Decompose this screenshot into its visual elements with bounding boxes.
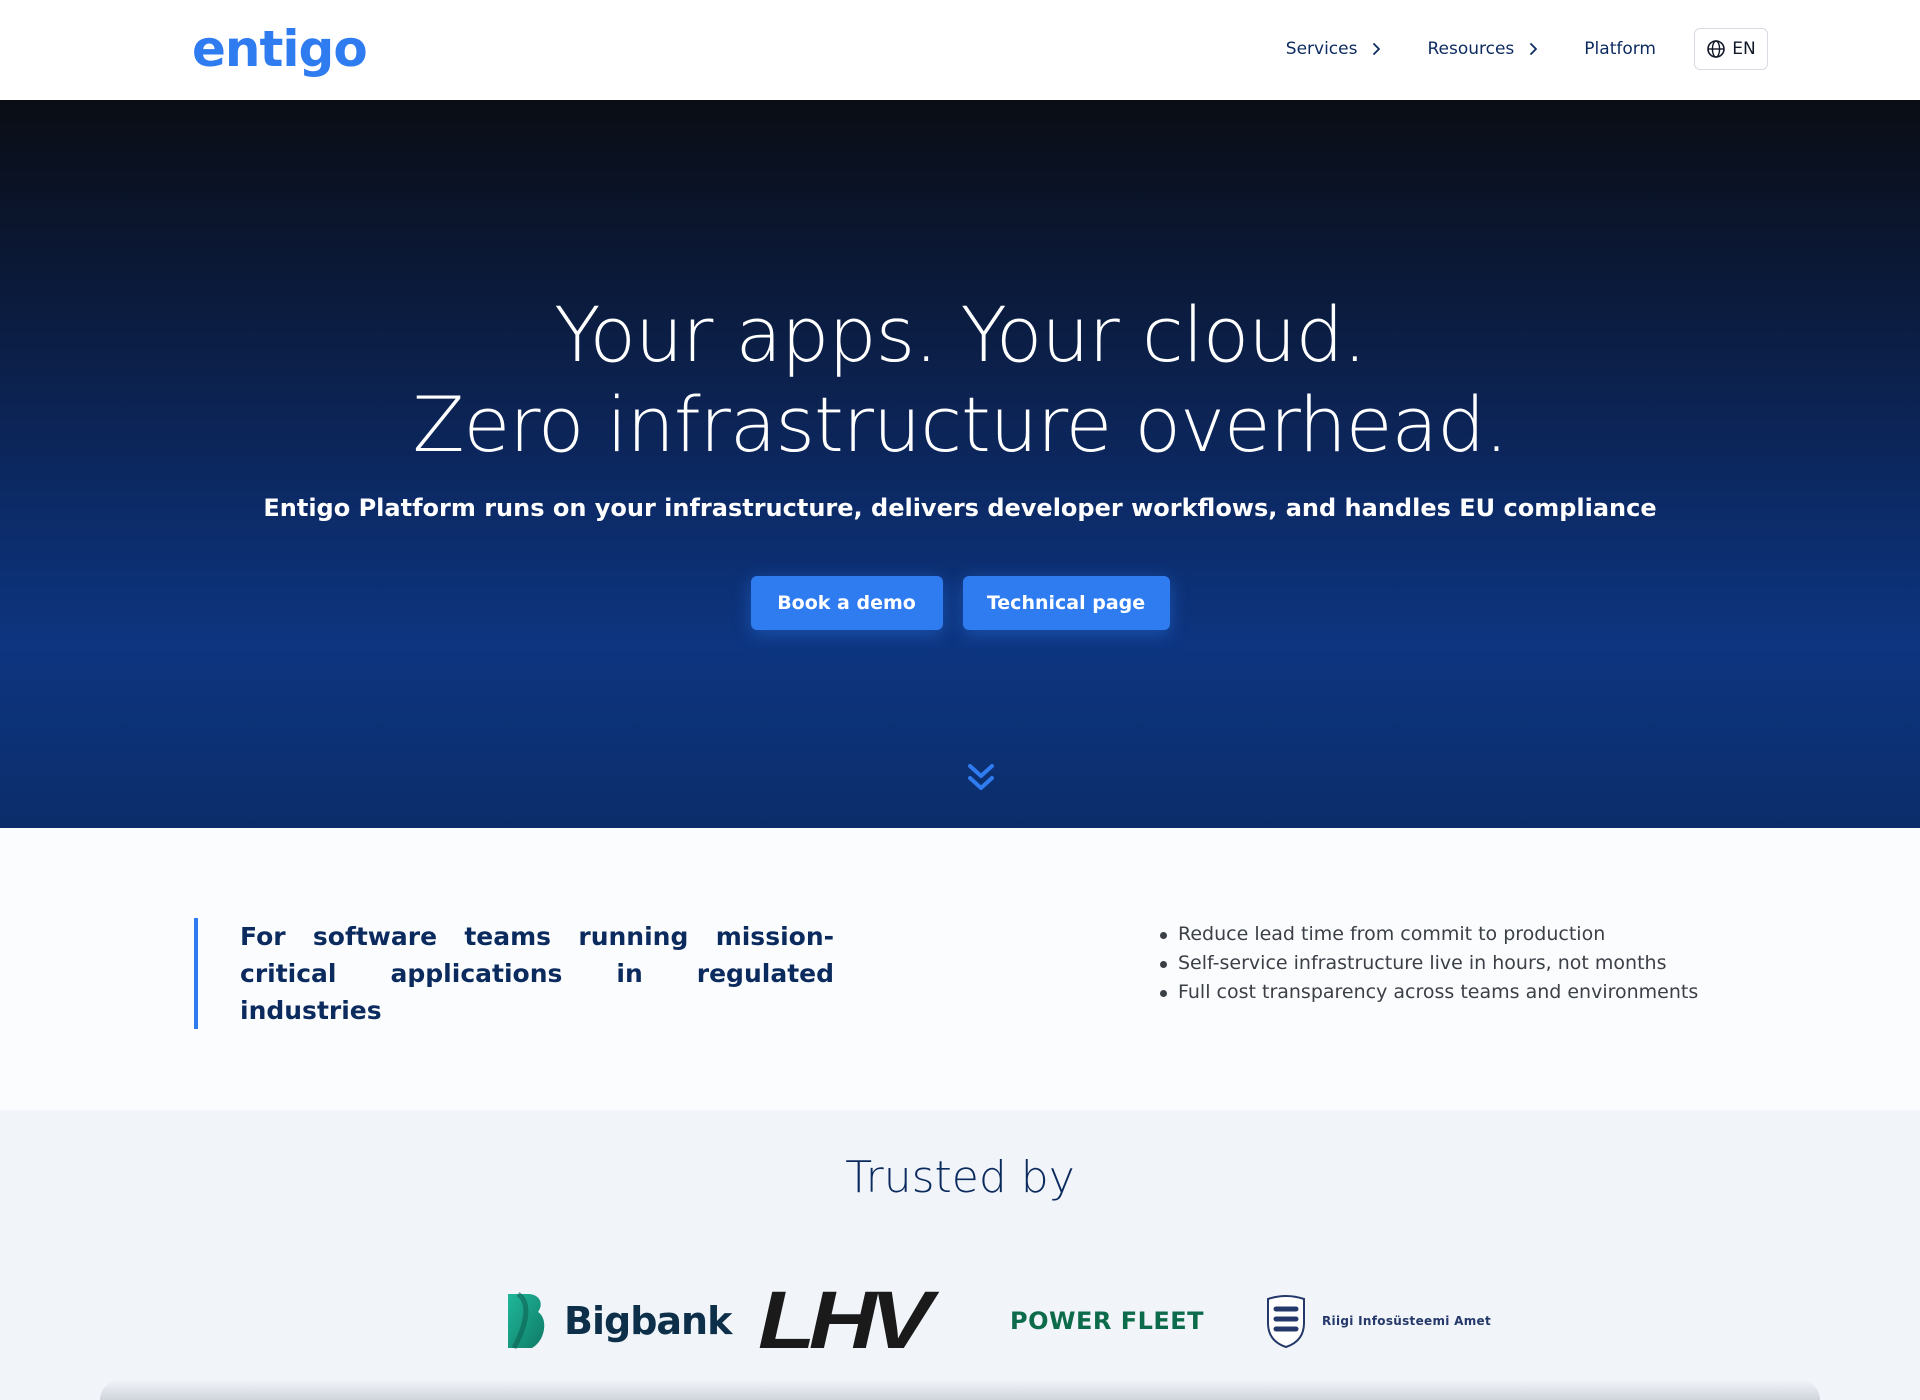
nav-item-label: Services xyxy=(1285,39,1358,59)
technical-page-button[interactable]: Technical page xyxy=(962,576,1170,630)
ria-logo: Riigi Infosüsteemi Amet xyxy=(1262,1286,1491,1356)
globe-icon xyxy=(1707,40,1726,58)
nav-item-resources[interactable]: Resources xyxy=(1427,39,1542,59)
intro-quote: For software teams running mission-criti… xyxy=(194,918,834,1029)
bigbank-logo: Bigbank xyxy=(504,1286,732,1356)
hero-title-line1: Your apps. Your cloud. xyxy=(554,290,1367,379)
trusted-title: Trusted by xyxy=(845,1152,1075,1203)
intro-section: For software teams running mission-criti… xyxy=(0,828,1920,1110)
language-label: EN xyxy=(1732,39,1756,59)
hero-buttons: Book a demo Technical page xyxy=(0,576,1920,630)
entigo-logo[interactable]: entigo xyxy=(192,14,368,84)
book-demo-button[interactable]: Book a demo xyxy=(750,576,943,630)
list-item: Self-service infrastructure live in hour… xyxy=(1158,949,1698,978)
card-edge xyxy=(100,1380,1820,1400)
bigbank-wordmark: Bigbank xyxy=(564,1299,732,1343)
lhv-logo: LHV xyxy=(758,1280,933,1362)
hero-subtitle: Entigo Platform runs on your infrastruct… xyxy=(263,494,1657,522)
client-logos: Bigbank LHV POWER FLEET Riigi Infosüstee… xyxy=(0,1280,1920,1362)
lhv-wordmark: LHV xyxy=(758,1275,933,1366)
estonian-crest-icon xyxy=(1267,1295,1305,1349)
powerfleet-wordmark: POWER FLEET xyxy=(1010,1307,1205,1335)
nav-item-platform[interactable]: Platform xyxy=(1584,39,1656,59)
benefits-list: Reduce lead time from commit to producti… xyxy=(1158,920,1698,1007)
hero-title: Your apps. Your cloud. Zero infrastructu… xyxy=(0,290,1920,470)
nav-item-label: Platform xyxy=(1584,39,1656,59)
site-header: entigo Services Resources Platform EN xyxy=(0,0,1920,100)
chevron-double-down-icon[interactable] xyxy=(966,760,996,796)
list-item: Full cost transparency across teams and … xyxy=(1158,978,1698,1007)
list-item: Reduce lead time from commit to producti… xyxy=(1158,920,1698,949)
ria-wordmark: Riigi Infosüsteemi Amet xyxy=(1322,1314,1492,1328)
intro-heading: For software teams running mission-criti… xyxy=(240,922,834,1025)
nav-item-services[interactable]: Services xyxy=(1286,39,1386,59)
trusted-section: Trusted by Bigbank LHV POWER FLEET Riigi… xyxy=(0,1110,1920,1400)
hero-section: Your apps. Your cloud. Zero infrastructu… xyxy=(0,100,1920,828)
nav-item-label: Resources xyxy=(1427,39,1515,59)
chevron-right-icon xyxy=(1373,43,1381,55)
language-selector[interactable]: EN xyxy=(1694,28,1768,70)
powerfleet-logo: POWER FLEET xyxy=(1010,1286,1204,1356)
main-nav: Services Resources Platform EN xyxy=(1244,28,1768,70)
bigbank-mark-icon xyxy=(508,1292,545,1350)
chevron-right-icon xyxy=(1530,43,1538,55)
hero-title-line2: Zero infrastructure overhead. xyxy=(412,380,1508,469)
